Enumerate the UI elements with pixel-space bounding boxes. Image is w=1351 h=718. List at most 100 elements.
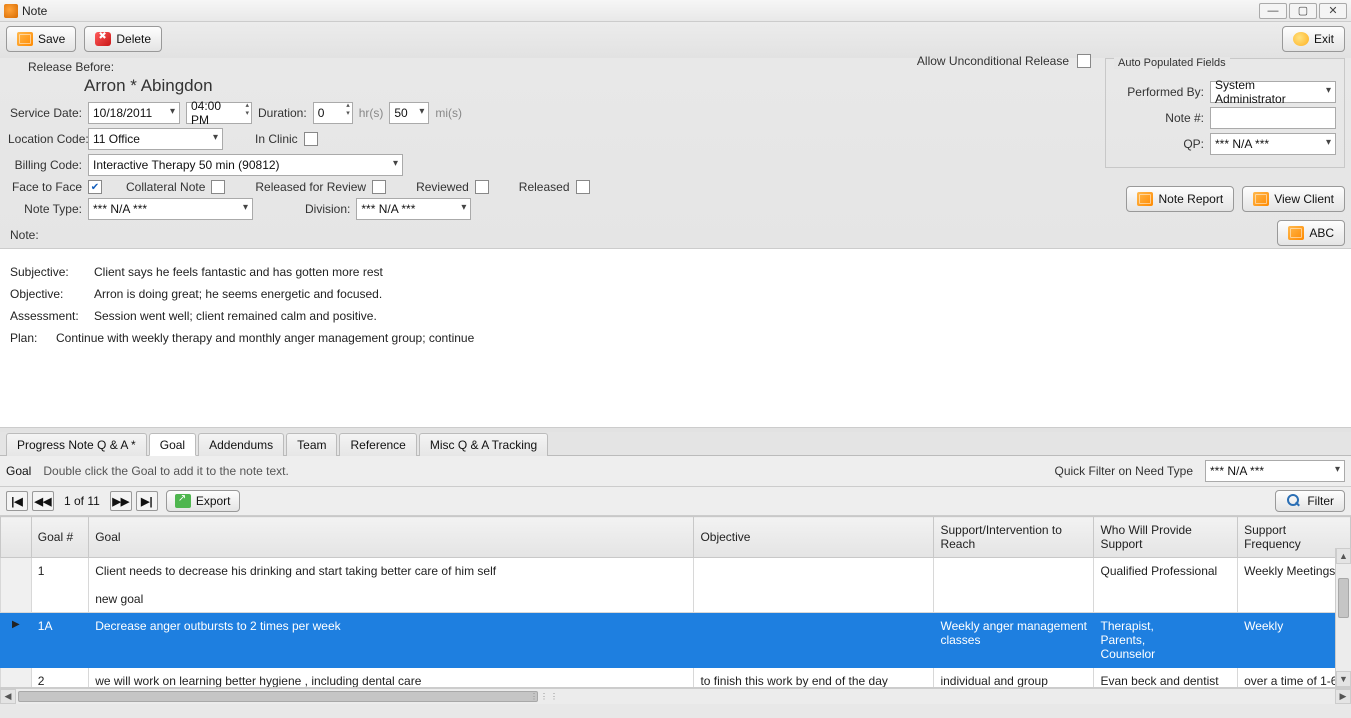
location-code-select[interactable]: 11 Office <box>88 128 223 150</box>
in-clinic-checkbox[interactable] <box>304 132 318 146</box>
scroll-left-icon[interactable]: ◀ <box>0 689 16 704</box>
delete-button[interactable]: Delete <box>84 26 162 52</box>
exit-button[interactable]: Exit <box>1282 26 1345 52</box>
service-date-picker[interactable]: 10/18/2011 <box>88 102 180 124</box>
in-clinic-label: In Clinic <box>255 132 298 146</box>
cell-support[interactable] <box>934 558 1094 613</box>
billing-code-label: Billing Code: <box>8 158 82 172</box>
nav-next-button[interactable]: ▶▶ <box>110 491 132 511</box>
vertical-scrollbar[interactable]: ▲ ▼ <box>1335 548 1351 687</box>
row-header-blank <box>1 517 32 558</box>
row-indicator[interactable] <box>1 668 32 689</box>
table-row[interactable]: 1Client needs to decrease his drinking a… <box>1 558 1351 613</box>
plan-text: Continue with weekly therapy and monthly… <box>56 331 474 345</box>
reviewed-checkbox[interactable] <box>475 180 489 194</box>
released-label: Released <box>519 180 570 194</box>
duration-mins-field[interactable]: 50 <box>389 102 429 124</box>
hscroll-thumb[interactable] <box>18 691 538 702</box>
scroll-up-icon[interactable]: ▲ <box>1336 548 1351 564</box>
scroll-thumb[interactable] <box>1338 578 1349 618</box>
tab-misc-tracking[interactable]: Misc Q & A Tracking <box>419 433 548 456</box>
cell-goal[interactable]: Decrease anger outbursts to 2 times per … <box>89 613 694 668</box>
face-to-face-label: Face to Face <box>8 180 82 194</box>
cell-who[interactable]: Evan beck and dentist Dr. Soanso <box>1094 668 1238 689</box>
cell-freq[interactable]: Weekly <box>1238 613 1351 668</box>
tab-addendums[interactable]: Addendums <box>198 433 284 456</box>
col-objective[interactable]: Objective <box>694 517 934 558</box>
note-body[interactable]: Subjective: Client says he feels fantast… <box>0 248 1351 428</box>
note-type-select[interactable]: *** N/A *** <box>88 198 253 220</box>
cell-objective[interactable] <box>694 613 934 668</box>
nav-last-button[interactable]: ▶| <box>136 491 158 511</box>
exit-icon <box>1293 32 1309 46</box>
auto-populated-legend: Auto Populated Fields <box>1114 57 1230 69</box>
duration-hours-field[interactable]: 0 <box>313 102 353 124</box>
horizontal-scrollbar[interactable]: ◀ ⋮⋮⋮ ▶ <box>0 688 1351 704</box>
maximize-button[interactable]: ▢ <box>1289 3 1317 19</box>
goal-hint: Double click the Goal to add it to the n… <box>43 464 288 478</box>
save-icon <box>17 32 33 46</box>
save-button[interactable]: Save <box>6 26 76 52</box>
minimize-button[interactable]: — <box>1259 3 1287 19</box>
col-freq[interactable]: Support Frequency <box>1238 517 1351 558</box>
export-button[interactable]: Export <box>166 490 240 512</box>
filter-button[interactable]: Filter <box>1275 490 1345 512</box>
col-goal-num[interactable]: Goal # <box>31 517 88 558</box>
division-select[interactable]: *** N/A *** <box>356 198 471 220</box>
table-row[interactable]: 2we will work on learning better hygiene… <box>1 668 1351 689</box>
subjective-text: Client says he feels fantastic and has g… <box>94 265 383 279</box>
performed-by-select[interactable]: System Administrator <box>1210 81 1336 103</box>
cell-goal[interactable]: we will work on learning better hygiene … <box>89 668 694 689</box>
cell-who[interactable]: Therapist, Parents, Counselor <box>1094 613 1238 668</box>
billing-code-select[interactable]: Interactive Therapy 50 min (90812) <box>88 154 403 176</box>
col-support[interactable]: Support/Intervention to Reach <box>934 517 1094 558</box>
cell-num[interactable]: 2 <box>31 668 88 689</box>
service-time-field[interactable]: 04:00 PM <box>186 102 252 124</box>
service-date-label: Service Date: <box>8 106 82 120</box>
app-icon <box>4 4 18 18</box>
cell-support[interactable]: Weekly anger management classes <box>934 613 1094 668</box>
cell-goal[interactable]: Client needs to decrease his drinking an… <box>89 558 694 613</box>
col-who[interactable]: Who Will Provide Support <box>1094 517 1238 558</box>
col-goal[interactable]: Goal <box>89 517 694 558</box>
hscroll-grip-icon: ⋮⋮⋮ <box>540 692 550 701</box>
collateral-note-checkbox[interactable] <box>211 180 225 194</box>
cell-support[interactable]: individual and group couseling <box>934 668 1094 689</box>
nav-prev-button[interactable]: ◀◀ <box>32 491 54 511</box>
filter-label: Filter <box>1307 494 1334 508</box>
nav-first-button[interactable]: |◀ <box>6 491 28 511</box>
cell-num[interactable]: 1A <box>31 613 88 668</box>
tab-goal[interactable]: Goal <box>149 433 196 456</box>
tab-progress-note[interactable]: Progress Note Q & A * <box>6 433 147 456</box>
table-row[interactable]: 1ADecrease anger outbursts to 2 times pe… <box>1 613 1351 668</box>
row-indicator[interactable] <box>1 613 32 668</box>
cell-freq[interactable]: over a time of 1-6 months individual and… <box>1238 668 1351 689</box>
cell-num[interactable]: 1 <box>31 558 88 613</box>
hrs-label: hr(s) <box>359 106 384 120</box>
scroll-down-icon[interactable]: ▼ <box>1336 671 1351 687</box>
tab-reference[interactable]: Reference <box>339 433 416 456</box>
released-for-review-checkbox[interactable] <box>372 180 386 194</box>
note-report-button[interactable]: Note Report <box>1126 186 1234 212</box>
released-checkbox[interactable] <box>576 180 590 194</box>
objective-label: Objective: <box>10 287 82 301</box>
tab-team[interactable]: Team <box>286 433 337 456</box>
allow-unconditional-label: Allow Unconditional Release <box>917 54 1069 68</box>
goal-table[interactable]: Goal # Goal Objective Support/Interventi… <box>0 516 1351 688</box>
note-num-field[interactable] <box>1210 107 1336 129</box>
quick-filter-select[interactable]: *** N/A *** <box>1205 460 1345 482</box>
tabstrip: Progress Note Q & A * Goal Addendums Tea… <box>0 432 1351 456</box>
cell-objective[interactable]: to finish this work by end of the day <box>694 668 934 689</box>
scroll-right-icon[interactable]: ▶ <box>1335 689 1351 704</box>
face-to-face-checkbox[interactable]: ✔ <box>88 180 102 194</box>
toolbar: Save Delete Exit <box>0 22 1351 58</box>
cell-freq[interactable]: Weekly Meetings <box>1238 558 1351 613</box>
allow-unconditional-checkbox[interactable] <box>1077 54 1091 68</box>
view-client-button[interactable]: View Client <box>1242 186 1345 212</box>
close-window-button[interactable]: ✕ <box>1319 3 1347 19</box>
abc-button[interactable]: ABC <box>1277 220 1345 246</box>
cell-objective[interactable] <box>694 558 934 613</box>
qp-select[interactable]: *** N/A *** <box>1210 133 1336 155</box>
cell-who[interactable]: Qualified Professional <box>1094 558 1238 613</box>
row-indicator[interactable] <box>1 558 32 613</box>
